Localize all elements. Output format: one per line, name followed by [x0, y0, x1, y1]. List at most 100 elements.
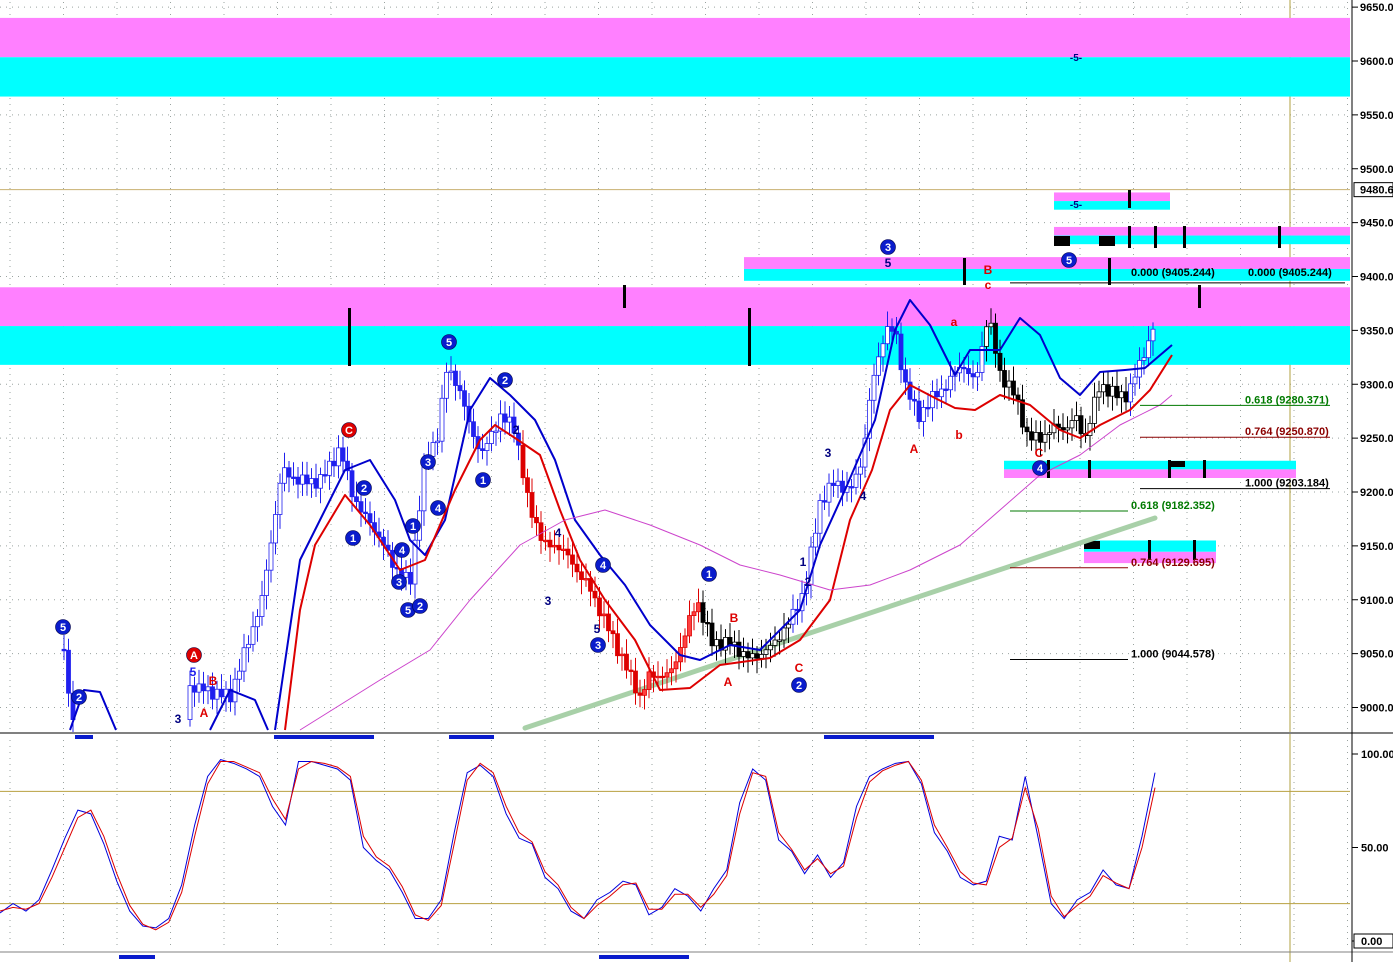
price-tick-label: 9500.0 [1360, 164, 1393, 176]
candle-body [268, 542, 274, 571]
candle-body [615, 633, 620, 657]
candle-body [61, 648, 67, 652]
price-tick-label: 9200.0 [1360, 487, 1393, 499]
wave-label: 4 [1037, 463, 1044, 475]
candle-body [556, 544, 562, 551]
candle-body [624, 653, 629, 671]
band-marker [1183, 226, 1186, 248]
candle-body [196, 683, 202, 693]
candle-body [565, 548, 571, 556]
price-tick-label: 9000.0 [1360, 703, 1393, 715]
wave-label: 5 [446, 337, 452, 349]
candle-body [817, 500, 823, 534]
fib-label: 0.764 (9250.870) [1245, 426, 1329, 438]
candle-body [943, 388, 949, 391]
candle-body [273, 514, 278, 544]
wave-label: 2 [76, 692, 82, 704]
band-marker [1203, 460, 1206, 478]
wave-label: 5 [60, 622, 66, 634]
band-lower [1054, 235, 1350, 245]
candle-body [1110, 385, 1115, 397]
candle-body [520, 444, 526, 479]
candle-body [367, 513, 373, 524]
band-marker [1128, 226, 1131, 248]
candle-body [745, 651, 751, 659]
candle-body [898, 333, 904, 371]
candle-body [552, 544, 557, 548]
time-cycle-bar [824, 735, 934, 739]
candle-body [534, 516, 539, 524]
candle-body [1038, 432, 1043, 443]
candle-body [853, 473, 859, 488]
candle-body [831, 482, 836, 486]
candle-body [696, 602, 701, 613]
price-tick-label: 9650.0 [1360, 2, 1393, 14]
band-marker [348, 308, 351, 366]
time-cycle-bar-osc [119, 955, 155, 959]
candle-body [1033, 432, 1039, 441]
fib-label: 1.000 (9203.184) [1245, 478, 1329, 490]
candle-body [993, 322, 998, 354]
candle-body [1123, 391, 1129, 403]
candle-body [462, 390, 467, 407]
band-marker [1088, 460, 1091, 478]
candle-body [691, 611, 697, 616]
candle-body [331, 460, 337, 467]
candle-body [340, 447, 346, 462]
wave-label: 5 [594, 622, 601, 636]
wave-label: 4 [600, 560, 607, 572]
candle-body [354, 496, 359, 503]
wave-label: A [910, 442, 919, 456]
fib-label: 0.618 (9182.352) [1131, 500, 1215, 512]
candle-body [664, 672, 670, 678]
candle-body [1128, 383, 1133, 403]
candle-body [858, 466, 863, 475]
candle-body [480, 448, 485, 451]
wave-label: -5- [1070, 200, 1082, 211]
candle-body [759, 654, 764, 659]
candle-body [210, 686, 215, 700]
price-chart: 0.000 (9405.244) 0.000 (9405.244) 0.618 (9… [0, 0, 1393, 962]
wave-label: 2 [805, 575, 812, 589]
wave-label: 2 [502, 375, 508, 387]
candle-body [430, 442, 436, 457]
candle-body [610, 630, 616, 635]
price-tick-label: 9350.0 [1360, 325, 1393, 337]
wave-label: C [1035, 446, 1044, 460]
wave-label: 3 [175, 712, 182, 726]
candle-body [705, 622, 710, 625]
candle-body [264, 569, 269, 596]
trend-lines [522, 515, 1158, 731]
candle-body [237, 670, 242, 680]
candle-body [939, 388, 944, 398]
band-marker [1278, 226, 1281, 248]
band-block [1054, 236, 1070, 246]
price-tick-label: 9600.0 [1360, 56, 1393, 68]
wave-label: B [209, 674, 218, 688]
candle-body [255, 616, 260, 628]
candle-body [628, 669, 634, 672]
candle-body [700, 602, 706, 623]
candle-body [574, 563, 580, 573]
band-marker [748, 308, 751, 366]
wave-label: b [955, 428, 962, 442]
candle-body [439, 397, 445, 442]
candle-body [561, 548, 566, 552]
wave-label: 3 [425, 457, 431, 469]
candle-body [592, 590, 598, 599]
wave-label: 5 [405, 605, 411, 617]
candle-body [246, 643, 251, 649]
long-term-trendline [522, 515, 1158, 731]
candle-body [727, 637, 733, 646]
candle-body [633, 670, 638, 694]
candle-body [277, 482, 283, 515]
band-marker [963, 258, 966, 285]
support-resistance-bands [0, 17, 1350, 564]
candle-body [309, 478, 314, 485]
wave-label: 1 [706, 569, 712, 581]
candle-body [921, 407, 926, 422]
candle-body [583, 578, 589, 581]
candle-body [669, 668, 674, 674]
candle-body [313, 478, 319, 489]
candle-body [655, 675, 661, 679]
